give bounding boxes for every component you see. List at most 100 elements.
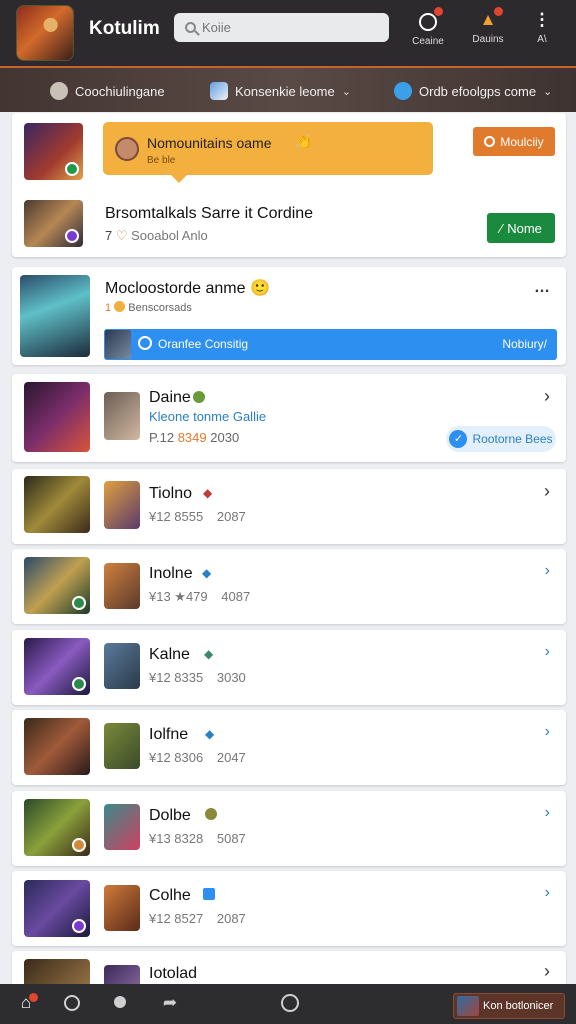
- stat-value: P.12: [149, 430, 175, 445]
- notifications-button[interactable]: Ceaine: [400, 7, 456, 47]
- home-icon[interactable]: ⌂: [14, 993, 38, 1015]
- avatar: [104, 723, 140, 769]
- stat-value: ¥12 8527: [149, 911, 204, 926]
- stat-year: 4087: [221, 589, 251, 604]
- green-action-button[interactable]: ⁄ Nome: [487, 213, 555, 243]
- bubble-action-label: Moulciiy: [500, 134, 544, 149]
- trophy-button[interactable]: ▲ Dauins: [460, 7, 516, 45]
- stat-value: ¥13 8328: [149, 831, 204, 846]
- clock-icon: [484, 136, 496, 147]
- subnav-item-3[interactable]: Ordb efoolgps come ⌄: [394, 82, 552, 100]
- list-item[interactable]: Colhe ¥12 8527 2087 ›: [12, 871, 566, 946]
- item-stats: P.12 8349 2030: [149, 430, 239, 445]
- list-item[interactable]: Tiolno ◆ ¥12 8555 2087 ›: [12, 469, 566, 544]
- feature-bar-right: Nobiury/: [502, 337, 547, 351]
- link-icon: [138, 336, 152, 350]
- chat-icon: [394, 82, 412, 100]
- trophy-badge: [494, 7, 503, 16]
- badge-icon: ◆: [205, 727, 215, 741]
- badge-icon: [205, 808, 217, 820]
- search-box[interactable]: [174, 13, 389, 42]
- list-item[interactable]: Kalne ◆ ¥12 8335 3030 ›: [12, 630, 566, 705]
- subnav-item-2[interactable]: Konsenkie leome ⌄: [210, 82, 351, 100]
- hero-thumbnail: [24, 382, 90, 452]
- item-tag: Kleone tonme Gallie: [149, 409, 267, 424]
- badge-icon: ◆: [204, 647, 214, 661]
- status-icon: [72, 919, 86, 933]
- rank-number: 7: [105, 228, 113, 243]
- status-pill-label: Rootorne Bees: [472, 432, 553, 446]
- item-name: Daine: [149, 389, 191, 406]
- green-action-label: Nome: [507, 220, 542, 236]
- list-item[interactable]: Iotolad ›: [12, 951, 566, 984]
- profile-icon[interactable]: [108, 993, 132, 1015]
- list-item[interactable]: Inolne ◆ ¥13 ★479 4087 ›: [12, 549, 566, 624]
- feature-count: 1: [105, 302, 112, 314]
- notifications-label: Ceaine: [412, 36, 444, 47]
- more-menu-button[interactable]: ⋮ A\: [514, 10, 570, 45]
- subnav-label: Coochiulingane: [75, 83, 165, 99]
- avatar: [115, 137, 139, 161]
- stat-year: 3030: [216, 670, 246, 685]
- stat-year: 5087: [216, 831, 246, 846]
- chevron-right-icon[interactable]: ›: [545, 643, 550, 661]
- bottom-action-button[interactable]: Kon botlonicer: [453, 993, 565, 1019]
- item-name: Colhe: [149, 887, 191, 904]
- list-item[interactable]: Iolfne ◆ ¥12 8306 2047 ›: [12, 710, 566, 785]
- notification-icon: [416, 7, 443, 34]
- chevron-right-icon[interactable]: ›: [544, 961, 550, 982]
- more-label: A\: [537, 34, 547, 45]
- item-name: Iotolad: [149, 965, 198, 982]
- edit-icon: ⁄: [500, 220, 503, 236]
- stat-year: 2087: [216, 911, 246, 926]
- coin-icon: [114, 301, 126, 312]
- hero-thumbnail: [24, 880, 90, 937]
- avatar: [104, 481, 140, 529]
- status-pill[interactable]: ✓ Rootorne Bees: [446, 426, 556, 452]
- clock-icon[interactable]: [278, 993, 302, 1015]
- circle-icon[interactable]: [60, 993, 84, 1015]
- app-logo[interactable]: [16, 5, 74, 61]
- announcement-bubble[interactable]: Nomounitains oame 👏 Be ble: [103, 122, 433, 183]
- chevron-right-icon[interactable]: ›: [545, 562, 550, 580]
- status-icon: [65, 162, 79, 176]
- hero-thumbnail[interactable]: [24, 123, 83, 180]
- list-item[interactable]: Dolbe ¥13 8328 5087 ›: [12, 791, 566, 866]
- subnav-item-1[interactable]: Coochiulingane: [50, 82, 165, 100]
- hero-thumbnail: [24, 799, 90, 856]
- chevron-right-icon[interactable]: ›: [544, 386, 550, 407]
- stat-value: ¥12 8335: [149, 670, 204, 685]
- status-icon: [72, 596, 86, 610]
- chevron-right-icon[interactable]: ›: [545, 723, 550, 741]
- search-input[interactable]: [202, 20, 382, 35]
- bubble-title: Nomounitains oame: [147, 135, 272, 151]
- hero-thumbnail[interactable]: [20, 275, 90, 357]
- list-item[interactable]: Daine Kleone tonme Gallie P.12 8349 2030…: [12, 374, 566, 462]
- avatar: [104, 643, 140, 689]
- row-rank: 7 ♡ Sooabol Anlo: [105, 228, 208, 244]
- item-stats: ¥12 8555 2087: [149, 509, 246, 524]
- item-stats: ¥12 8335 3030: [149, 670, 246, 685]
- hero-thumbnail: [24, 718, 90, 775]
- chevron-right-icon[interactable]: ›: [545, 804, 550, 822]
- feature-title: Mocloostorde anme 🙂: [105, 280, 270, 297]
- hero-thumbnail: [24, 476, 90, 533]
- item-stats: ¥13 ★479 4087: [149, 589, 250, 605]
- share-icon[interactable]: ➦: [158, 993, 182, 1015]
- category-bar: Coochiulingane Konsenkie leome ⌄ Ordb ef…: [0, 66, 576, 112]
- home-badge: [29, 993, 38, 1002]
- feature-action-bar[interactable]: Oranfee Consitig Nobiury/: [104, 329, 557, 360]
- feature-bar-left: Oranfee Consitig: [158, 337, 249, 351]
- bubble-action-button[interactable]: Moulciiy: [473, 127, 555, 156]
- more-horizontal-icon[interactable]: …: [534, 279, 550, 297]
- item-name: Kalne: [149, 646, 190, 663]
- status-icon: [72, 677, 86, 691]
- hero-thumbnail[interactable]: [24, 200, 83, 247]
- fire-icon: ◆: [203, 486, 213, 500]
- chevron-down-icon: ⌄: [341, 85, 351, 98]
- item-name: Tiolno: [149, 485, 192, 502]
- hero-thumbnail: [24, 557, 90, 614]
- wand-icon: [210, 82, 228, 100]
- chevron-right-icon[interactable]: ›: [544, 481, 550, 502]
- chevron-right-icon[interactable]: ›: [545, 884, 550, 902]
